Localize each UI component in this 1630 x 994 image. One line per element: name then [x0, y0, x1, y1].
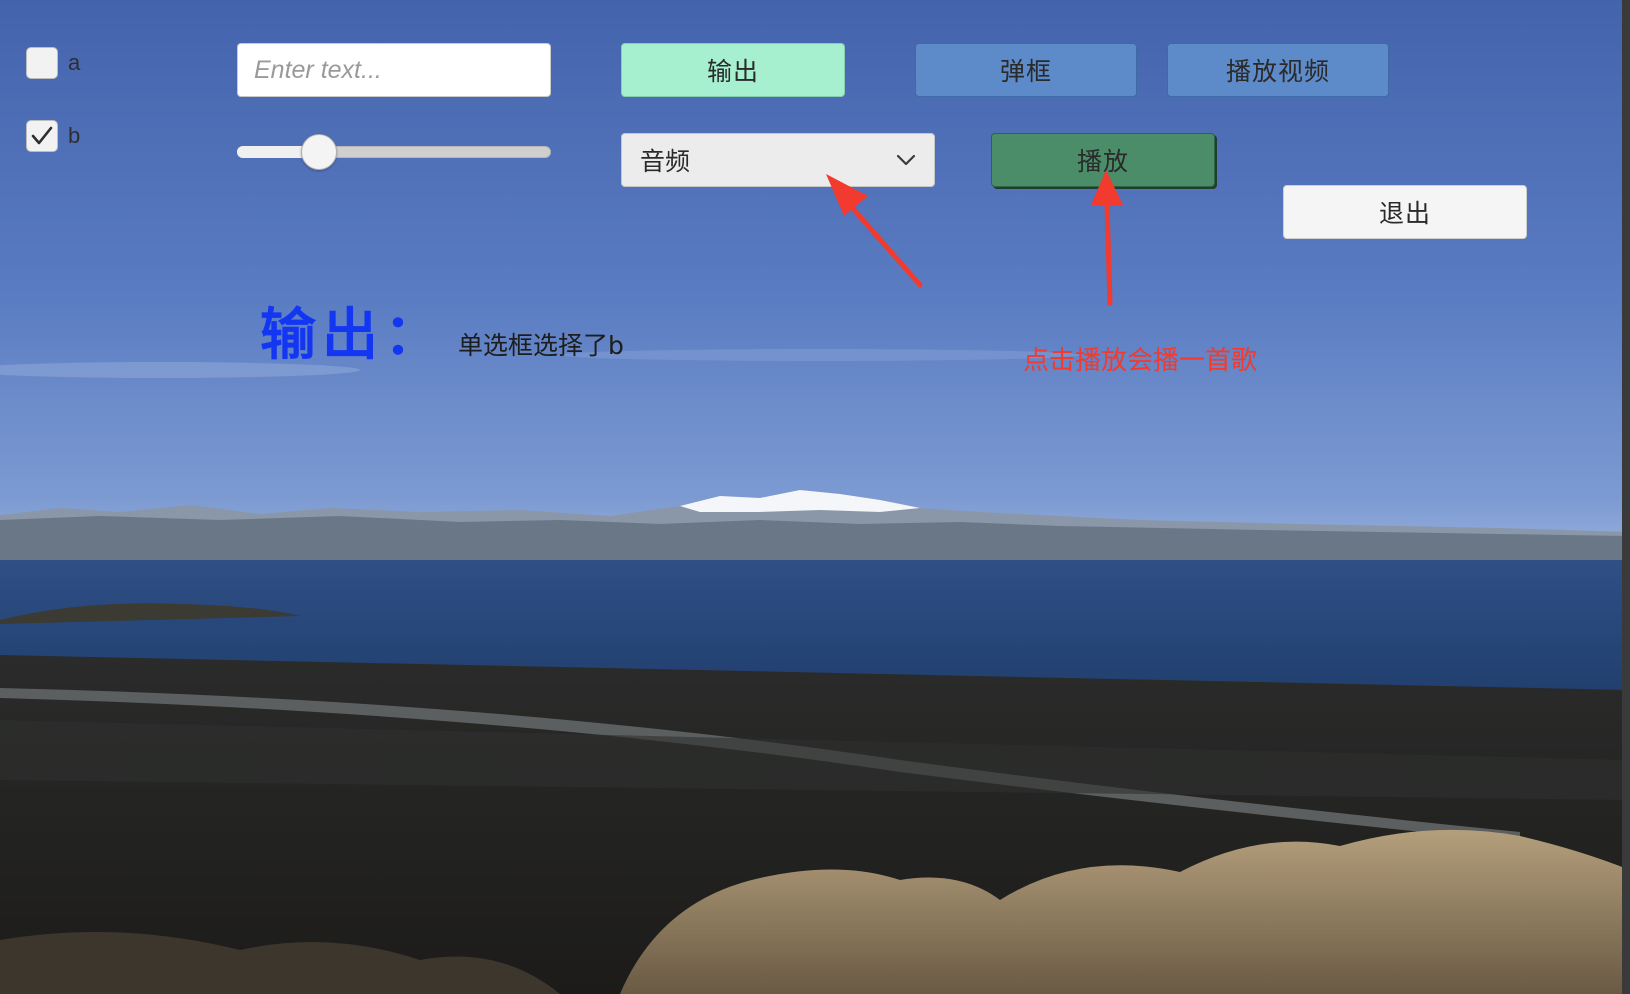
slider-handle[interactable] [300, 134, 337, 170]
chevron-down-icon [896, 153, 916, 167]
output-button[interactable]: 输出 [621, 43, 845, 97]
window-edge [1622, 0, 1630, 994]
annotation-note: 点击播放会播一首歌 [1023, 346, 1258, 376]
checkbox-a[interactable] [26, 47, 58, 79]
exit-button[interactable]: 退出 [1283, 185, 1527, 239]
toggle-a-label: a [68, 50, 81, 75]
output-value: 单选框选择了b [458, 331, 624, 360]
slider[interactable] [237, 134, 551, 170]
app-window: a b 输出 弹框 播放视频 播放 退出 音频 输出： 单选框选择了b [0, 0, 1630, 994]
play-button[interactable]: 播放 [991, 133, 1215, 187]
toggle-b[interactable]: b [26, 120, 80, 152]
play-video-button[interactable]: 播放视频 [1167, 43, 1389, 97]
dropdown-selected-value: 音频 [640, 147, 691, 176]
popup-button[interactable]: 弹框 [915, 43, 1137, 97]
checkmark-icon [31, 126, 53, 145]
text-input[interactable] [237, 43, 551, 97]
checkbox-b[interactable] [26, 120, 58, 152]
audio-dropdown[interactable]: 音频 [621, 133, 935, 187]
toggle-a[interactable]: a [26, 47, 80, 79]
output-display: 输出： 单选框选择了b [260, 290, 624, 371]
output-label: 输出： [260, 303, 446, 368]
toggle-b-label: b [68, 123, 81, 148]
